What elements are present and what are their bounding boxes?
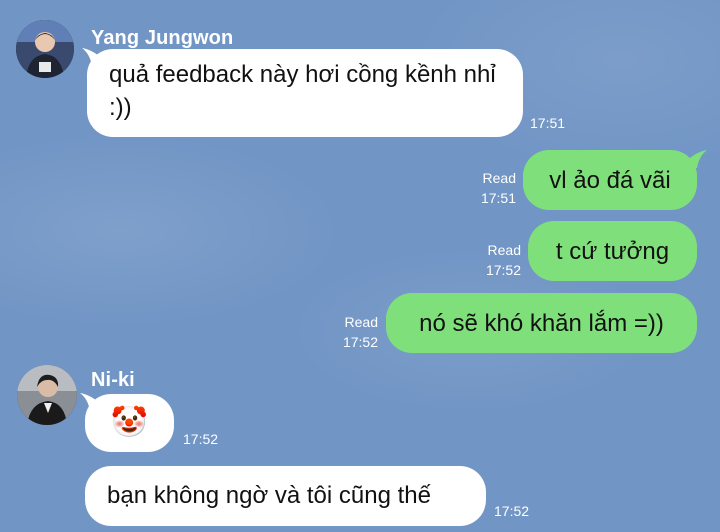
message-meta: Read 17:52 xyxy=(470,240,521,280)
message-time: 17:51 xyxy=(530,115,566,131)
read-status: Read xyxy=(487,242,521,258)
message-bubble-incoming[interactable]: 🤡 xyxy=(85,394,174,452)
sender-name: Yang Jungwon xyxy=(91,27,234,49)
message-bubble-outgoing[interactable]: nó sẽ khó khăn lắm =)) xyxy=(386,293,697,353)
message-bubble-incoming[interactable]: bạn không ngờ và tôi cũng thế xyxy=(85,466,486,526)
avatar-ni-ki[interactable] xyxy=(17,365,77,425)
message-text: vl ảo đá vãi xyxy=(549,166,671,194)
message-time: 17:52 xyxy=(342,334,378,350)
message-text: quả feedback này hơi cồng kềnh nhỉ :)) xyxy=(109,61,496,121)
message-bubble-outgoing[interactable]: t cứ tưởng xyxy=(528,221,697,281)
message-time: 17:52 xyxy=(485,262,521,278)
message-time: 17:52 xyxy=(183,431,219,447)
message-time: 17:51 xyxy=(480,190,516,206)
read-status: Read xyxy=(344,314,378,330)
sender-name: Ni-ki xyxy=(91,369,135,391)
message-text: t cứ tưởng xyxy=(555,237,670,265)
avatar-yang-jungwon[interactable] xyxy=(16,20,74,78)
read-status: Read xyxy=(482,170,516,186)
message-text: bạn không ngờ và tôi cũng thế xyxy=(107,482,431,509)
message-meta: Read 17:51 xyxy=(466,168,516,208)
message-bubble-incoming[interactable]: quả feedback này hơi cồng kềnh nhỉ :)) xyxy=(87,49,523,137)
clown-face-icon: 🤡 xyxy=(110,406,149,439)
message-time: 17:52 xyxy=(494,503,530,519)
message-text: nó sẽ khó khăn lắm =)) xyxy=(419,309,664,337)
message-bubble-outgoing[interactable]: vl ảo đá vãi xyxy=(523,150,697,210)
message-meta: Read 17:52 xyxy=(328,312,378,352)
